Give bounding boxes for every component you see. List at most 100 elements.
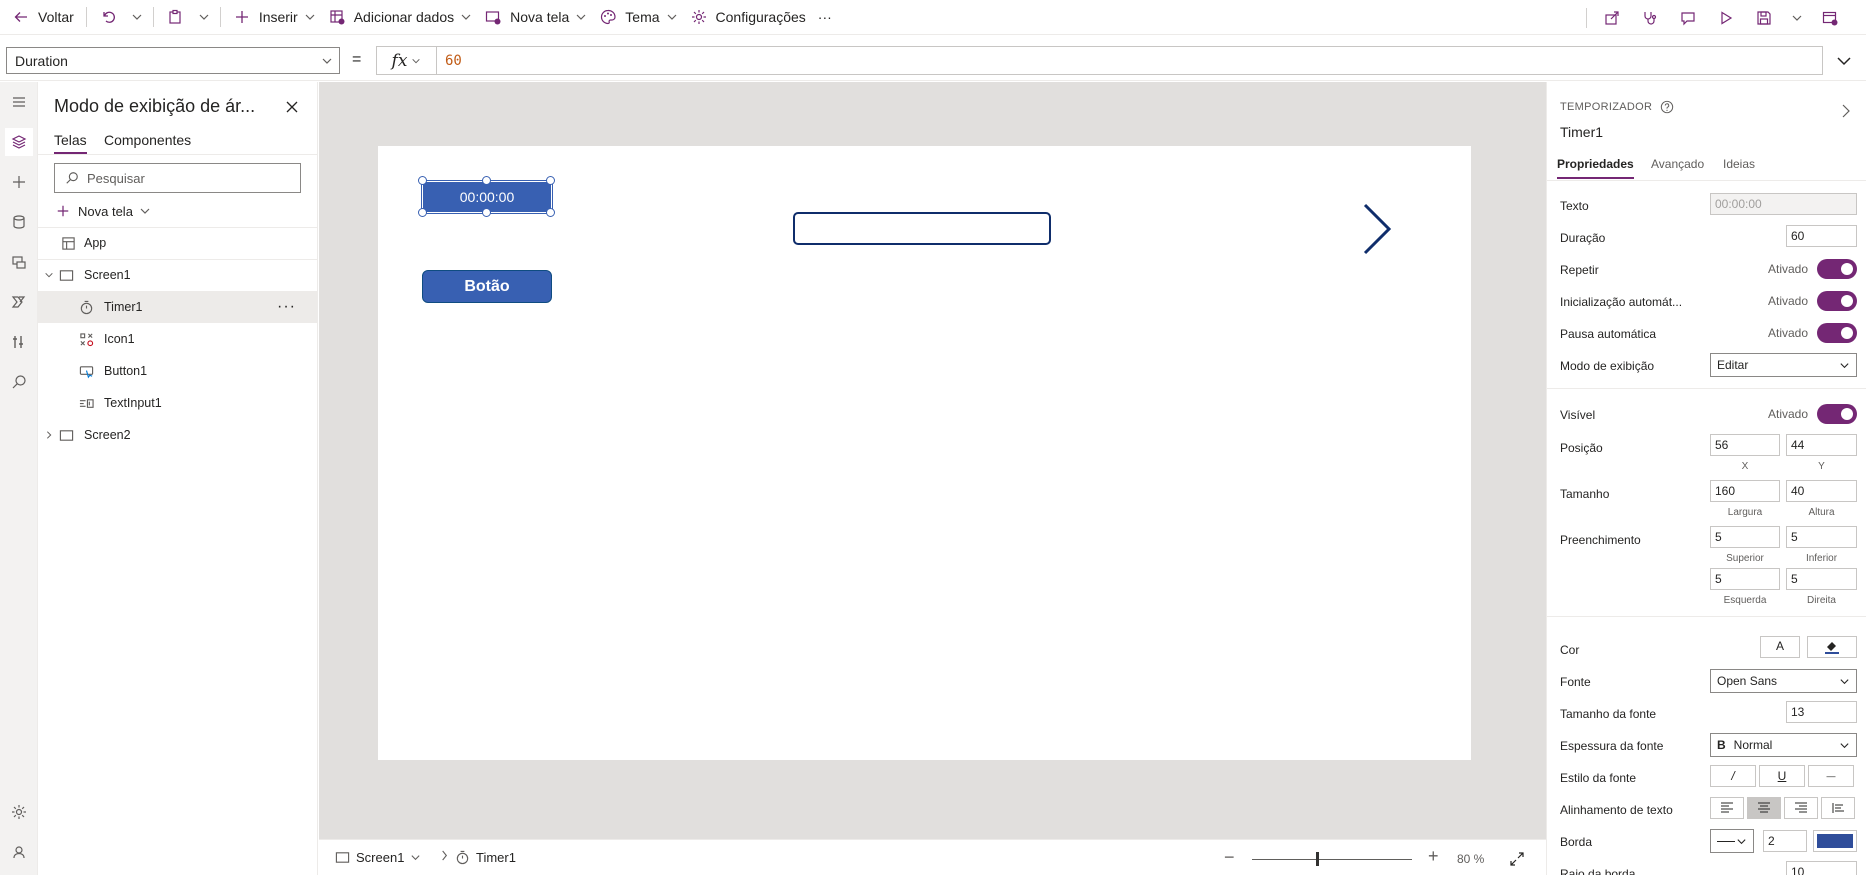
theme-menu[interactable]: Tema xyxy=(593,0,683,35)
back-button[interactable]: Voltar xyxy=(6,0,80,35)
underline-button[interactable]: U xyxy=(1759,765,1805,787)
undo-button[interactable] xyxy=(93,0,127,35)
zoom-in-button[interactable]: + xyxy=(1428,846,1439,867)
variables-icon[interactable] xyxy=(5,328,33,356)
search-input[interactable]: Pesquisar xyxy=(54,163,301,193)
tree-item-button1[interactable]: Button1 xyxy=(38,355,318,387)
tree-item-timer1[interactable]: Timer1 ··· xyxy=(38,291,318,323)
formula-input[interactable]: 60 xyxy=(436,46,1823,75)
database-icon[interactable] xyxy=(5,208,33,236)
tab-advanced[interactable]: Avançado xyxy=(1651,157,1704,177)
chevron-down-icon[interactable] xyxy=(44,270,54,280)
padding-right-field[interactable]: 5 xyxy=(1786,568,1857,590)
tree-item-app[interactable]: App xyxy=(38,227,318,259)
save-button[interactable] xyxy=(1745,0,1783,35)
chevron-right-icon[interactable] xyxy=(1839,104,1853,118)
settings-button[interactable]: Configurações xyxy=(684,0,812,35)
paste-dropdown[interactable] xyxy=(194,0,214,35)
new-screen-button[interactable]: Nova tela xyxy=(56,200,151,222)
fx-button[interactable]: fx xyxy=(376,46,436,75)
border-color-button[interactable] xyxy=(1813,830,1857,852)
text-field[interactable]: 00:00:00 xyxy=(1710,193,1857,215)
position-x-field[interactable]: 56 xyxy=(1710,434,1780,456)
settings-gear-icon[interactable] xyxy=(5,798,33,826)
italic-button[interactable]: / xyxy=(1710,765,1756,787)
chevron-right-icon[interactable] xyxy=(44,430,54,440)
border-radius-field[interactable]: 10 xyxy=(1786,861,1857,875)
tree-item-screen2[interactable]: Screen2 xyxy=(38,419,318,451)
width-field[interactable]: 160 xyxy=(1710,480,1780,502)
resize-handle[interactable] xyxy=(418,176,427,185)
align-right-button[interactable] xyxy=(1784,797,1818,819)
border-style-dropdown[interactable] xyxy=(1710,829,1754,853)
more-options-button[interactable]: ··· xyxy=(277,298,296,316)
media-icon[interactable] xyxy=(5,248,33,276)
button-control[interactable]: Botão xyxy=(422,270,552,303)
tab-properties[interactable]: Propriedades xyxy=(1557,157,1634,179)
resize-handle[interactable] xyxy=(418,208,427,217)
tree-item-screen1[interactable]: Screen1 xyxy=(38,259,318,291)
tab-components[interactable]: Componentes xyxy=(104,132,191,152)
position-y-field[interactable]: 44 xyxy=(1786,434,1857,456)
fit-to-window-icon[interactable] xyxy=(1509,851,1525,867)
height-field[interactable]: 40 xyxy=(1786,480,1857,502)
expand-formula-icon[interactable] xyxy=(1834,51,1854,71)
resize-handle[interactable] xyxy=(482,208,491,217)
display-mode-dropdown[interactable]: Editar xyxy=(1710,353,1857,377)
strikethrough-button[interactable]: — xyxy=(1808,765,1854,787)
new-screen-menu[interactable]: Nova tela xyxy=(478,0,593,35)
repeat-toggle[interactable] xyxy=(1817,259,1857,279)
text-color-button[interactable]: A xyxy=(1760,636,1800,658)
control-name[interactable]: Timer1 xyxy=(1560,124,1603,140)
duration-field[interactable]: 60 xyxy=(1786,225,1857,247)
padding-bottom-field[interactable]: 5 xyxy=(1786,526,1857,548)
control-breadcrumb[interactable]: Timer1 xyxy=(455,850,516,865)
font-dropdown[interactable]: Open Sans xyxy=(1710,669,1857,693)
zoom-slider[interactable] xyxy=(1252,859,1412,860)
undo-dropdown[interactable] xyxy=(127,0,147,35)
app-checker-button[interactable] xyxy=(1631,0,1669,35)
font-size-field[interactable]: 13 xyxy=(1786,701,1857,723)
close-icon[interactable] xyxy=(283,98,301,116)
visible-toggle[interactable] xyxy=(1817,404,1857,424)
virtual-agent-icon[interactable] xyxy=(5,838,33,866)
power-automate-icon[interactable] xyxy=(5,288,33,316)
help-icon[interactable] xyxy=(1660,100,1674,114)
font-weight-dropdown[interactable]: B Normal xyxy=(1710,733,1857,757)
layers-icon[interactable] xyxy=(5,128,33,156)
tab-ideas[interactable]: Ideias xyxy=(1723,157,1755,177)
zoom-slider-thumb[interactable] xyxy=(1316,852,1319,866)
hamburger-icon[interactable] xyxy=(5,88,33,116)
screen-breadcrumb[interactable]: Screen1 xyxy=(335,850,421,865)
save-dropdown[interactable] xyxy=(1783,0,1811,35)
zoom-out-button[interactable]: − xyxy=(1224,847,1235,868)
fill-color-button[interactable] xyxy=(1807,636,1857,658)
autopause-toggle[interactable] xyxy=(1817,323,1857,343)
tab-screens[interactable]: Telas xyxy=(54,132,87,154)
padding-left-field[interactable]: 5 xyxy=(1710,568,1780,590)
tree-item-textinput1[interactable]: TextInput1 xyxy=(38,387,318,419)
align-left-button[interactable] xyxy=(1710,797,1744,819)
chevron-right-icon[interactable] xyxy=(1359,202,1395,256)
paste-button[interactable] xyxy=(160,0,194,35)
plus-icon[interactable] xyxy=(5,168,33,196)
resize-handle[interactable] xyxy=(546,176,555,185)
publish-button[interactable] xyxy=(1811,0,1849,35)
resize-handle[interactable] xyxy=(482,176,491,185)
preview-button[interactable] xyxy=(1707,0,1745,35)
insert-menu[interactable]: Inserir xyxy=(227,0,322,35)
autostart-toggle[interactable] xyxy=(1817,291,1857,311)
property-dropdown[interactable]: Duration xyxy=(6,47,340,74)
more-button[interactable]: ··· xyxy=(812,0,838,35)
text-input-control[interactable] xyxy=(793,212,1051,245)
comments-button[interactable] xyxy=(1669,0,1707,35)
align-justify-button[interactable] xyxy=(1821,797,1855,819)
tree-item-icon1[interactable]: Icon1 xyxy=(38,323,318,355)
resize-handle[interactable] xyxy=(546,208,555,217)
align-center-button[interactable] xyxy=(1747,797,1781,819)
padding-top-field[interactable]: 5 xyxy=(1710,526,1780,548)
search-icon[interactable] xyxy=(5,368,33,396)
add-data-menu[interactable]: Adicionar dados xyxy=(322,0,478,35)
share-button[interactable] xyxy=(1593,0,1631,35)
border-width-field[interactable]: 2 xyxy=(1763,830,1807,852)
